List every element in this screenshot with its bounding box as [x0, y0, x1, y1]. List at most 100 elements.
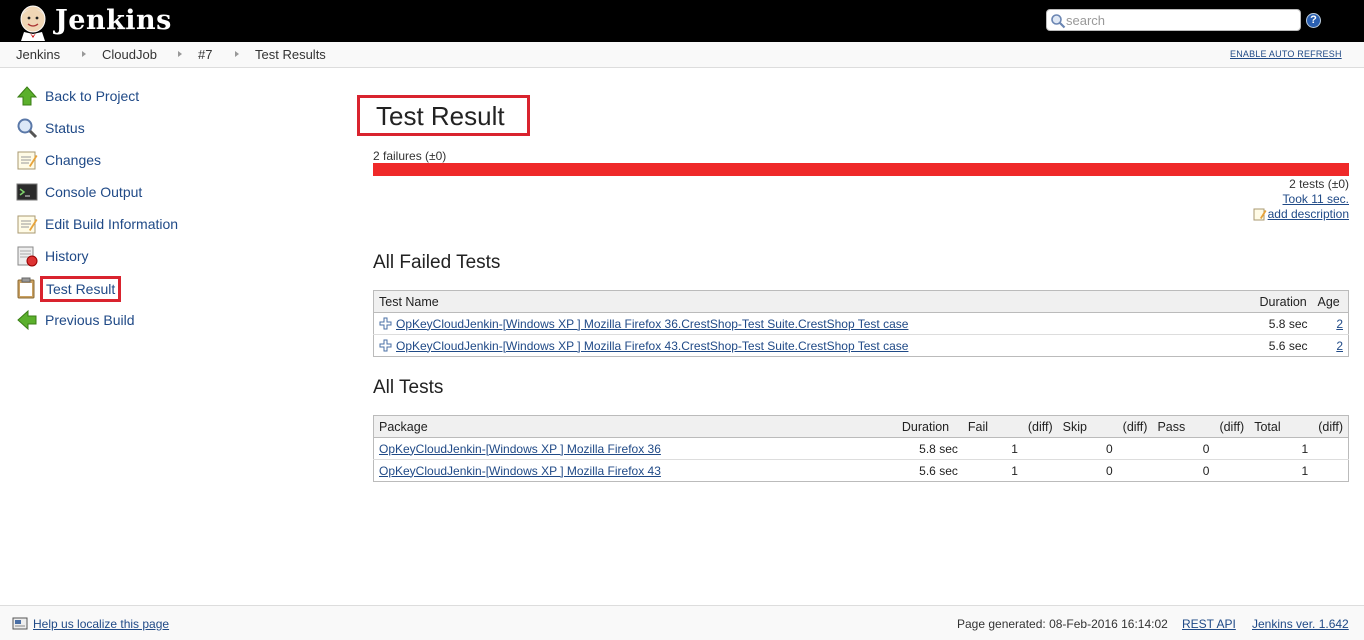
column-header[interactable]: (diff): [1313, 415, 1349, 438]
clipboard-icon: [17, 277, 35, 299]
up-arrow-icon: [16, 86, 38, 106]
diff-cell: [1117, 459, 1153, 482]
diff-cell: [1022, 437, 1058, 460]
history-icon: [17, 246, 38, 267]
jenkins-version-link[interactable]: Jenkins ver. 1.642: [1252, 617, 1349, 631]
sidebar-item-back-to-project[interactable]: Back to Project: [16, 85, 316, 109]
failure-progress-bar: [373, 163, 1349, 176]
page-title-highlight: Test Result: [357, 95, 530, 136]
sidebar-item-label[interactable]: Changes: [45, 152, 101, 168]
rest-api-link[interactable]: REST API: [1182, 617, 1236, 631]
pass-cell: 0: [1152, 437, 1215, 460]
duration-cell: 5.8 sec: [896, 437, 963, 460]
breadcrumb-cloudjob[interactable]: CloudJob: [102, 47, 157, 62]
top-header: Jenkins ?: [0, 0, 1364, 42]
failure-progress-fill: [373, 163, 1349, 176]
diff-cell: [1214, 459, 1250, 482]
table-row: OpKeyCloudJenkin-[Windows XP ] Mozilla F…: [373, 334, 1349, 357]
edit-notepad-icon: [1253, 208, 1267, 221]
sidebar-item-label[interactable]: Test Result: [40, 276, 122, 302]
fail-cell: 1: [962, 437, 1023, 460]
column-header[interactable]: (diff): [1214, 415, 1250, 438]
duration-cell: 5.8 sec: [1254, 312, 1313, 335]
sidebar-item-test-result[interactable]: Test Result: [16, 276, 316, 302]
breadcrumb-build-number[interactable]: #7: [198, 47, 212, 62]
help-icon[interactable]: ?: [1306, 13, 1321, 28]
table-row: OpKeyCloudJenkin-[Windows XP ] Mozilla F…: [373, 459, 1349, 482]
brand-name[interactable]: Jenkins: [55, 3, 172, 39]
diff-cell: [1313, 437, 1349, 460]
column-header[interactable]: Total: [1249, 415, 1314, 438]
sidebar-item-label[interactable]: Edit Build Information: [45, 216, 178, 232]
package-cell: OpKeyCloudJenkin-[Windows XP ] Mozilla F…: [373, 459, 897, 482]
diff-cell: [1022, 459, 1058, 482]
skip-cell: 0: [1057, 437, 1118, 460]
localize-link[interactable]: Help us localize this page: [33, 617, 169, 631]
notepad-icon: [17, 215, 38, 234]
column-header[interactable]: (diff): [1022, 415, 1058, 438]
column-header[interactable]: (diff): [1117, 415, 1153, 438]
total-cell: 1: [1249, 437, 1314, 460]
test-name-link[interactable]: OpKeyCloudJenkin-[Windows XP ] Mozilla F…: [396, 317, 908, 331]
expand-plus-icon[interactable]: [379, 339, 392, 352]
age-link[interactable]: 2: [1336, 339, 1343, 353]
column-header[interactable]: Age: [1312, 290, 1349, 313]
left-arrow-icon: [17, 309, 37, 331]
table-row: OpKeyCloudJenkin-[Windows XP ] Mozilla F…: [373, 312, 1349, 335]
age-cell: 2: [1312, 312, 1349, 335]
total-cell: 1: [1249, 459, 1314, 482]
column-header[interactable]: Package: [373, 415, 897, 438]
package-cell: OpKeyCloudJenkin-[Windows XP ] Mozilla F…: [373, 437, 897, 460]
sidebar-item-edit-build-information[interactable]: Edit Build Information: [16, 213, 316, 237]
column-header[interactable]: Pass: [1152, 415, 1215, 438]
sidebar-item-label[interactable]: History: [45, 248, 89, 264]
search-box[interactable]: [1046, 9, 1301, 31]
pass-cell: 0: [1152, 459, 1215, 482]
sidebar-item-label[interactable]: Back to Project: [45, 88, 139, 104]
enable-auto-refresh-link[interactable]: ENABLE AUTO REFRESH: [1230, 49, 1342, 59]
column-header[interactable]: Duration: [1254, 290, 1313, 313]
breadcrumb-separator-icon[interactable]: [82, 51, 86, 57]
notepad-icon: [17, 151, 38, 170]
test-name-link[interactable]: OpKeyCloudJenkin-[Windows XP ] Mozilla F…: [396, 339, 908, 353]
sidebar-item-history[interactable]: History: [16, 245, 316, 269]
sidebar-item-previous-build[interactable]: Previous Build: [16, 309, 316, 333]
search-input[interactable]: [1066, 12, 1296, 29]
sidebar-item-status[interactable]: Status: [16, 117, 316, 141]
page-generated-text: Page generated: 08-Feb-2016 16:14:02: [957, 617, 1168, 631]
jenkins-butler-logo-icon[interactable]: [14, 3, 52, 41]
package-link[interactable]: OpKeyCloudJenkin-[Windows XP ] Mozilla F…: [379, 442, 661, 456]
age-link[interactable]: 2: [1336, 317, 1343, 331]
table-header-row: Test Name Duration Age: [373, 290, 1349, 313]
failed-tests-heading: All Failed Tests: [373, 252, 501, 273]
diff-cell: [1313, 459, 1349, 482]
breadcrumb-separator-icon[interactable]: [235, 51, 239, 57]
page-title: Test Result: [376, 101, 505, 131]
column-header[interactable]: Duration: [896, 415, 963, 438]
column-header[interactable]: Test Name: [373, 290, 1255, 313]
breadcrumb: Jenkins CloudJob #7 Test Results ENABLE …: [0, 42, 1364, 68]
sidebar-item-console-output[interactable]: Console Output: [16, 181, 316, 205]
duration-cell: 5.6 sec: [1254, 334, 1313, 357]
age-cell: 2: [1312, 334, 1349, 357]
sidebar-item-label[interactable]: Console Output: [45, 184, 142, 200]
sidebar-item-changes[interactable]: Changes: [16, 149, 316, 173]
sidebar-item-label[interactable]: Status: [45, 120, 85, 136]
breadcrumb-test-results[interactable]: Test Results: [255, 47, 326, 62]
took-duration-link[interactable]: Took 11 sec.: [1283, 192, 1349, 206]
tests-count: 2 tests (±0): [1289, 177, 1349, 191]
all-tests-table: Package Duration Fail (diff) Skip (diff)…: [373, 415, 1349, 482]
sidebar-item-label[interactable]: Previous Build: [45, 312, 135, 328]
table-row: OpKeyCloudJenkin-[Windows XP ] Mozilla F…: [373, 437, 1349, 460]
duration-cell: 5.6 sec: [896, 459, 963, 482]
column-header[interactable]: Skip: [1057, 415, 1118, 438]
add-description-label[interactable]: add description: [1268, 207, 1349, 221]
package-link[interactable]: OpKeyCloudJenkin-[Windows XP ] Mozilla F…: [379, 464, 661, 478]
breadcrumb-separator-icon[interactable]: [178, 51, 182, 57]
breadcrumb-jenkins[interactable]: Jenkins: [16, 47, 60, 62]
skip-cell: 0: [1057, 459, 1118, 482]
failed-tests-table: Test Name Duration Age OpKeyCloudJenkin-…: [373, 290, 1349, 357]
expand-plus-icon[interactable]: [379, 317, 392, 330]
add-description-link[interactable]: add description: [1253, 207, 1349, 221]
column-header[interactable]: Fail: [962, 415, 1023, 438]
